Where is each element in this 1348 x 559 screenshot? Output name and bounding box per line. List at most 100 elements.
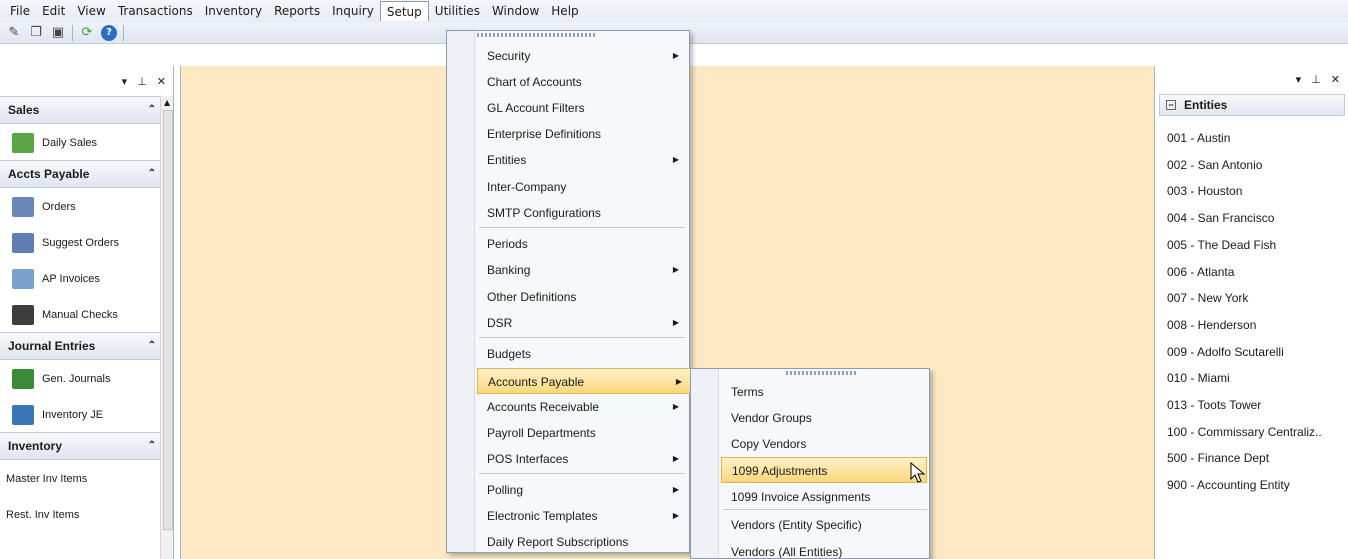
entity-row[interactable]: 010 - Miami [1167,365,1345,391]
ap-submenu-item-1099-invoice-assignments[interactable]: 1099 Invoice Assignments [721,484,927,510]
setup-menu-item-payroll-departments[interactable]: Payroll Departments [477,420,687,446]
entity-row[interactable]: 013 - Toots Tower [1167,392,1345,418]
menu-window[interactable]: Window [486,1,545,21]
setup-menu-item-enterprise-definitions[interactable]: Enterprise Definitions [477,121,687,147]
nav-item-inventory-je[interactable]: Inventory JE [0,398,160,432]
pin-icon[interactable]: ⊥ [1311,73,1321,86]
dropdown-icon[interactable]: ▾ [122,75,128,88]
setup-menu-item-other-definitions[interactable]: Other Definitions [477,284,687,310]
nav-item-ap-invoices[interactable]: AP Invoices [0,262,160,296]
paste-icon[interactable]: ▣ [50,25,66,41]
setup-menu-item-accounts-payable[interactable]: Accounts Payable ▶ [477,368,691,394]
menu-item-label: POS Interfaces [487,452,569,466]
collapse-chevron-icon[interactable]: ⌃ [148,333,156,359]
menu-item-label: Inter-Company [487,180,567,194]
setup-menu-item-dsr[interactable]: DSR ▶ [477,310,687,336]
entity-row[interactable]: 006 - Atlanta [1167,259,1345,285]
section-header-inventory[interactable]: Inventory ⌃ [0,432,170,460]
close-icon[interactable]: ✕ [1331,73,1340,86]
ap-submenu-item-vendor-groups[interactable]: Vendor Groups [721,405,927,431]
section-header-journal-entries[interactable]: Journal Entries ⌃ [0,332,170,360]
entity-row[interactable]: 900 - Accounting Entity [1167,472,1345,498]
setup-menu-item-smtp-configurations[interactable]: SMTP Configurations [477,200,687,226]
nav-item-daily-sales[interactable]: Daily Sales [0,126,160,160]
menu-bar: File Edit View Transactions Inventory Reports… [0,0,1348,22]
entity-row[interactable]: 005 - The Dead Fish [1167,232,1345,258]
ap-submenu-item-vendors-entity-specific-[interactable]: Vendors (Entity Specific) [721,512,927,538]
pin-icon[interactable]: ⊥ [137,75,147,88]
entity-row[interactable]: 100 - Commissary Centraliz.. [1167,419,1345,445]
collapse-chevron-icon[interactable]: ⌃ [148,433,156,459]
nav-item-label: Gen. Journals [42,373,111,385]
setup-menu-item-accounts-receivable[interactable]: Accounts Receivable ▶ [477,394,687,420]
menu-view[interactable]: View [71,1,111,21]
setup-menu-item-polling[interactable]: Polling ▶ [477,477,687,503]
menu-help[interactable]: Help [545,1,584,21]
accounts-payable-submenu: Terms Vendor Groups Copy Vendors 1099 Adjus… [690,368,930,559]
setup-menu-item-periods[interactable]: Periods [477,231,687,257]
entity-row[interactable]: 008 - Henderson [1167,312,1345,338]
refresh-icon[interactable]: ⟳ [79,25,95,41]
ap-submenu-item-1099-adjustments[interactable]: 1099 Adjustments [721,457,927,483]
entity-row[interactable]: 003 - Houston [1167,178,1345,204]
entity-row[interactable]: 002 - San Antonio [1167,152,1345,178]
entities-title: Entities [1184,98,1228,112]
scroll-up-icon[interactable]: ▲ [164,98,170,107]
menu-edit[interactable]: Edit [36,1,71,21]
setup-menu-item-chart-of-accounts[interactable]: Chart of Accounts [477,69,687,95]
setup-menu-item-pos-interfaces[interactable]: POS Interfaces ▶ [477,446,687,472]
entity-row[interactable]: 004 - San Francisco [1167,205,1345,231]
setup-menu-item-budgets[interactable]: Budgets [477,341,687,367]
menu-transactions[interactable]: Transactions [112,1,199,21]
setup-menu-item-security[interactable]: Security ▶ [477,43,687,69]
entity-row[interactable]: 500 - Finance Dept [1167,445,1345,471]
close-icon[interactable]: ✕ [157,75,166,88]
nav-item-gen-journals[interactable]: Gen. Journals [0,362,160,396]
ap-submenu-item-copy-vendors[interactable]: Copy Vendors [721,431,927,457]
menu-inquiry[interactable]: Inquiry [326,1,380,21]
section-header-sales[interactable]: Sales ⌃ [0,96,170,124]
collapse-chevron-icon[interactable]: ⌃ [148,97,156,123]
suggest-orders-icon [12,233,34,253]
submenu-arrow-icon: ▶ [672,265,679,274]
copy-icon[interactable]: ❐ [28,25,44,41]
entity-row[interactable]: 007 - New York [1167,285,1345,311]
menu-item-label: SMTP Configurations [487,206,601,220]
setup-menu-item-entities[interactable]: Entities ▶ [477,147,687,173]
nav-item-rest-inv-items[interactable]: Rest. Inv Items [0,498,160,532]
nav-item-orders[interactable]: Orders [0,190,160,224]
setup-menu-item-daily-report-subscriptions[interactable]: Daily Report Subscriptions [477,529,687,555]
section-title: Sales [8,103,40,117]
collapse-chevron-icon[interactable]: ⌃ [148,161,156,187]
menu-file[interactable]: File [4,1,36,21]
ap-submenu-item-vendors-all-entities-[interactable]: Vendors (All Entities) [721,539,927,558]
entity-row[interactable]: 001 - Austin [1167,125,1345,151]
entities-header[interactable]: − Entities [1159,94,1345,116]
menu-grip [786,371,856,375]
nav-item-manual-checks[interactable]: Manual Checks [0,298,160,332]
collapse-icon[interactable]: − [1166,100,1176,110]
ap-submenu-item-terms[interactable]: Terms [721,379,927,405]
left-scrollbar[interactable]: ▲ [160,96,173,559]
setup-menu-item-electronic-templates[interactable]: Electronic Templates ▶ [477,503,687,529]
setup-menu-item-inter-company[interactable]: Inter-Company [477,174,687,200]
menu-reports[interactable]: Reports [268,1,326,21]
nav-item-master-inv-items[interactable]: Master Inv Items [0,462,160,496]
setup-menu-item-banking[interactable]: Banking ▶ [477,257,687,283]
nav-item-suggest-orders[interactable]: Suggest Orders [0,226,160,260]
setup-menu-item-gl-account-filters[interactable]: GL Account Filters [477,95,687,121]
help-icon[interactable]: ? [101,24,117,41]
submenu-arrow-icon: ▶ [672,318,679,327]
menu-item-label: Daily Report Subscriptions [487,535,629,549]
navigation-panel: ▾ ⊥ ✕ Sales ⌃ Daily Sales Accts Payable ⌃ Ord… [0,66,174,559]
submenu-arrow-icon: ▶ [672,511,679,520]
entity-row[interactable]: 009 - Adolfo Scutarelli [1167,339,1345,365]
section-header-accts-payable[interactable]: Accts Payable ⌃ [0,160,170,188]
menu-inventory[interactable]: Inventory [199,1,268,21]
menu-utilities[interactable]: Utilities [429,1,486,21]
dropdown-icon[interactable]: ▾ [1296,73,1302,86]
menu-setup[interactable]: Setup [379,1,429,21]
tools-icon[interactable]: ✎ [6,25,22,41]
scroll-thumb[interactable] [163,110,173,530]
menu-item-label: Banking [487,263,531,277]
